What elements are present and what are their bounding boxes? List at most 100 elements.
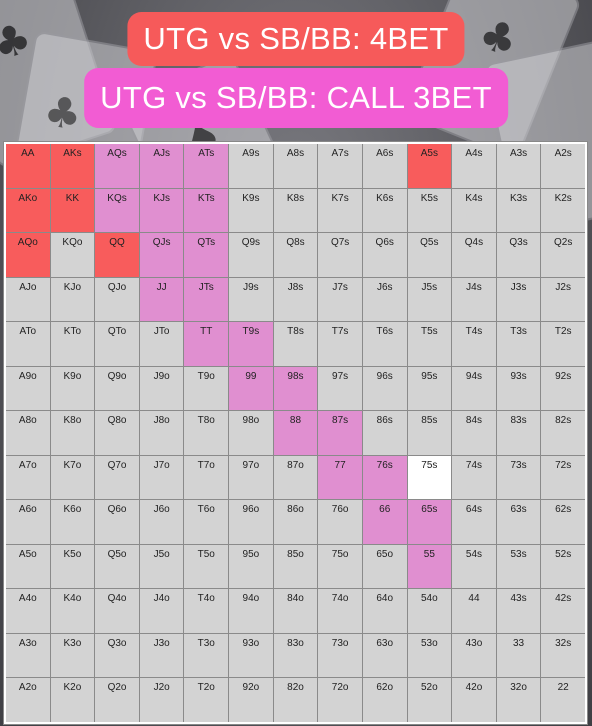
hand-cell: J4o	[139, 589, 184, 633]
club-icon: ♣	[40, 85, 86, 141]
hand-cell: T7s	[318, 322, 362, 366]
hand-cell: 62o	[362, 678, 407, 722]
hand-cell: Q3s	[496, 233, 541, 277]
hand-cell: K9o	[50, 366, 95, 411]
hand-cell: 63o	[362, 633, 407, 678]
hand-cell: 83s	[496, 411, 541, 455]
hand-cell: 53s	[496, 544, 541, 589]
hand-cell: A7s	[318, 144, 362, 188]
hand-cell: 83o	[273, 633, 318, 678]
hand-cell: 75s	[407, 455, 452, 500]
hand-cell: 82o	[273, 678, 318, 722]
hand-cell: A3o	[6, 633, 50, 678]
hand-cell: A3s	[496, 144, 541, 188]
hand-cell: 99	[229, 366, 273, 411]
hand-cell: Q6o	[95, 500, 139, 544]
hand-cell: 65s	[407, 500, 452, 544]
hand-cell: 54o	[407, 589, 452, 633]
hand-cell: A2o	[6, 678, 50, 722]
hand-grid: AA AKs AQs AJs ATs A9s A8s A7s A6s A5s A4s A3s A2s AK…	[6, 144, 585, 722]
hand-cell: 82s	[541, 411, 585, 455]
hand-cell: Q3o	[95, 633, 139, 678]
hand-cell: T5s	[407, 322, 452, 366]
hand-cell: QJo	[95, 277, 139, 322]
hand-cell: KTo	[50, 322, 95, 366]
hand-cell: 63s	[496, 500, 541, 544]
hand-cell: 93s	[496, 366, 541, 411]
hand-cell: 32o	[496, 678, 541, 722]
hand-cell: 96s	[362, 366, 407, 411]
hand-cell: K2s	[541, 188, 585, 233]
hand-cell: A6s	[362, 144, 407, 188]
hand-cell: K8o	[50, 411, 95, 455]
hand-cell: J2s	[541, 277, 585, 322]
hand-cell: AQo	[6, 233, 50, 277]
hand-cell: K3s	[496, 188, 541, 233]
hand-cell: QTo	[95, 322, 139, 366]
hand-cell: T8s	[273, 322, 318, 366]
hand-cell: 74s	[452, 455, 496, 500]
hand-cell: 94o	[229, 589, 273, 633]
hand-cell: AKo	[6, 188, 50, 233]
hand-cell: 76s	[362, 455, 407, 500]
hand-cell: 44	[452, 589, 496, 633]
hand-cell: J4s	[452, 277, 496, 322]
hand-cell: 76o	[318, 500, 362, 544]
title-4bet: UTG vs SB/BB: 4BET	[127, 12, 465, 66]
hand-cell: 52s	[541, 544, 585, 589]
hand-cell: 52o	[407, 678, 452, 722]
hand-cell: 97s	[318, 366, 362, 411]
hand-cell: 86o	[273, 500, 318, 544]
hand-cell: T7o	[184, 455, 229, 500]
hand-cell: Q2o	[95, 678, 139, 722]
hand-cell: J9s	[229, 277, 273, 322]
hand-cell: 84o	[273, 589, 318, 633]
hand-cell: J6s	[362, 277, 407, 322]
hand-cell: A8s	[273, 144, 318, 188]
hand-cell: Q8o	[95, 411, 139, 455]
hand-cell: A5o	[6, 544, 50, 589]
hand-cell: 77	[318, 455, 362, 500]
hand-cell: A9s	[229, 144, 273, 188]
hand-cell: Q2s	[541, 233, 585, 277]
hand-cell: Q5s	[407, 233, 452, 277]
hand-cell: KJs	[139, 188, 184, 233]
hand-cell: 43s	[496, 589, 541, 633]
hand-cell: 92s	[541, 366, 585, 411]
hand-cell: T9o	[184, 366, 229, 411]
hand-cell: 72s	[541, 455, 585, 500]
hand-cell: 96o	[229, 500, 273, 544]
hand-cell: 42s	[541, 589, 585, 633]
hand-cell: KQs	[95, 188, 139, 233]
hand-cell: T6s	[362, 322, 407, 366]
hand-cell: J8s	[273, 277, 318, 322]
hand-cell: QQ	[95, 233, 139, 277]
hand-cell: 95o	[229, 544, 273, 589]
hand-cell: 64s	[452, 500, 496, 544]
hand-range-grid: AA AKs AQs AJs ATs A9s A8s A7s A6s A5s A4s A3s A2s AK…	[3, 141, 588, 725]
hand-cell: Q4s	[452, 233, 496, 277]
hand-cell: A4o	[6, 589, 50, 633]
hand-cell: T8o	[184, 411, 229, 455]
hand-cell: QTs	[184, 233, 229, 277]
hand-cell: 43o	[452, 633, 496, 678]
hand-cell: T4o	[184, 589, 229, 633]
hand-cell: 73o	[318, 633, 362, 678]
hand-cell: J2o	[139, 678, 184, 722]
hand-cell: J7o	[139, 455, 184, 500]
hand-cell: T6o	[184, 500, 229, 544]
hand-cell: QJs	[139, 233, 184, 277]
hand-cell: Q7o	[95, 455, 139, 500]
hand-cell: Q4o	[95, 589, 139, 633]
hand-cell: AJs	[139, 144, 184, 188]
hand-cell: ATo	[6, 322, 50, 366]
hand-cell: 54s	[452, 544, 496, 589]
hand-cell: JTs	[184, 277, 229, 322]
hand-cell: A2s	[541, 144, 585, 188]
hand-cell: 75o	[318, 544, 362, 589]
hand-cell: 72o	[318, 678, 362, 722]
hand-cell: 93o	[229, 633, 273, 678]
hand-cell: K6o	[50, 500, 95, 544]
hand-cell: 85o	[273, 544, 318, 589]
hand-cell: J5s	[407, 277, 452, 322]
